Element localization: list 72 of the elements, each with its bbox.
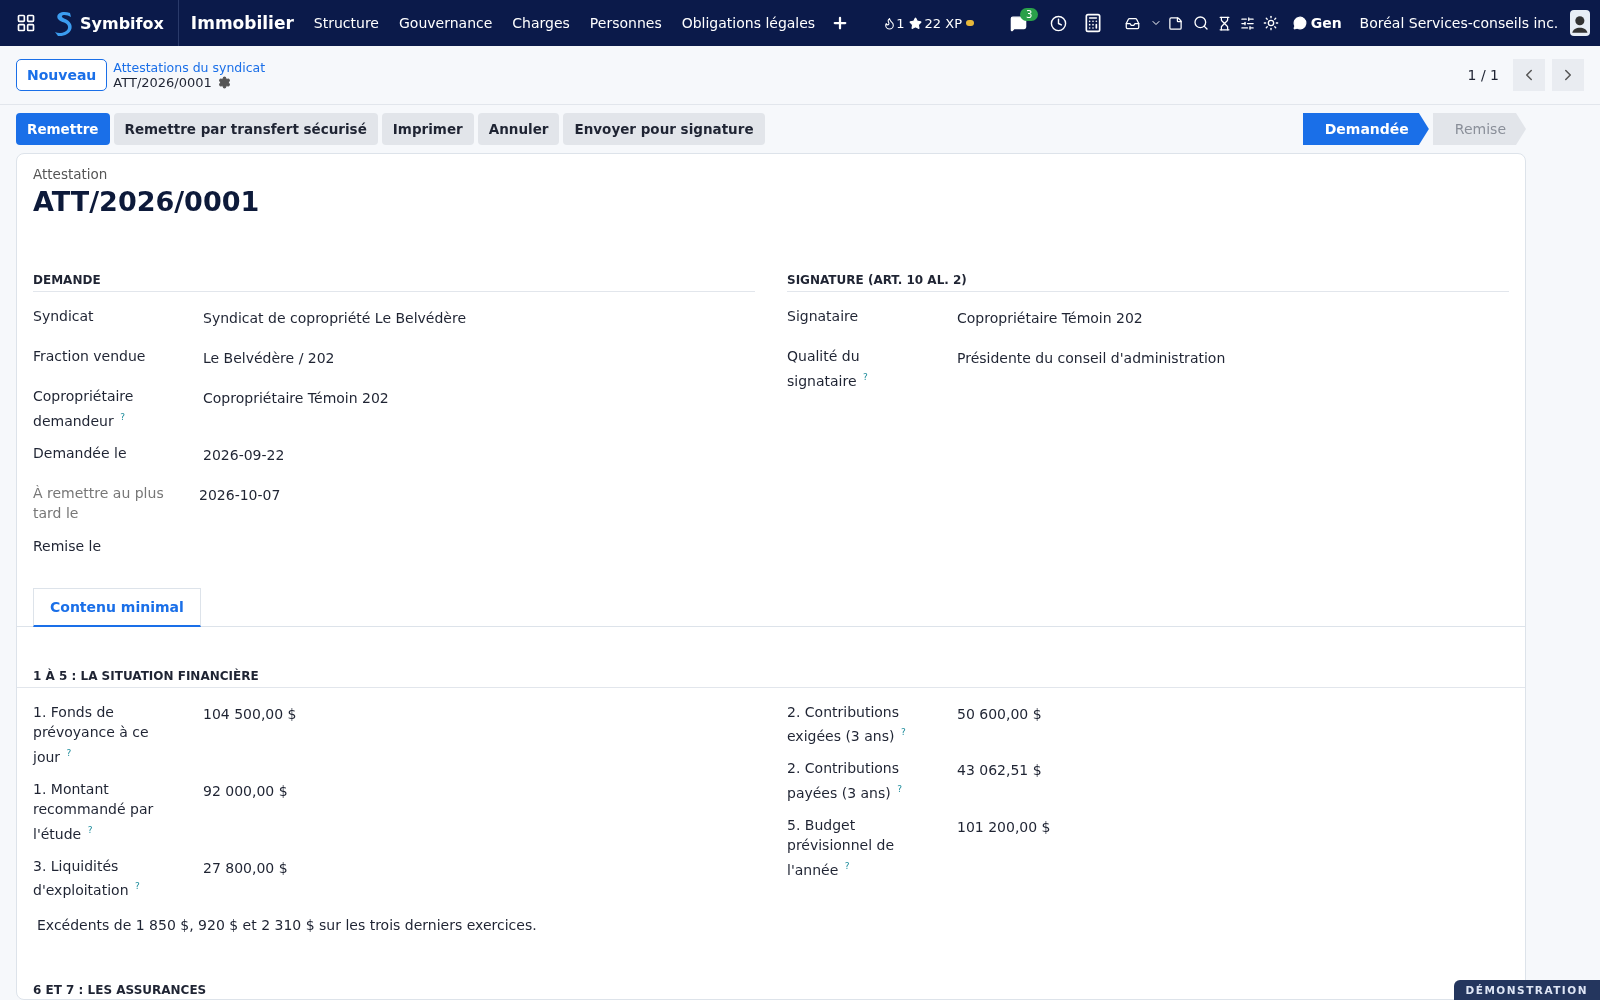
field-value: Le Belvédère / 202: [203, 349, 336, 368]
field-label: Remise le: [33, 536, 103, 556]
field-label: 5. Budget prévisionnel de l'année $^{?}$: [787, 815, 896, 880]
action-button[interactable]: Envoyer pour signature: [563, 113, 765, 145]
record-type: Attestation: [33, 166, 109, 182]
chat-label[interactable]: Gen: [1310, 15, 1342, 31]
field-value: 43 062,51 $: [957, 761, 1043, 781]
clock-icon[interactable]: [1049, 14, 1067, 32]
xp-pill-icon: [965, 20, 974, 26]
status-step[interactable]: Demandée: [1302, 113, 1429, 145]
field-label: 2. Contributions payées (3 ans) $^{?}$: [787, 759, 903, 803]
field-value: Présidente du conseil d'administration: [957, 349, 1227, 368]
menu-item[interactable]: Charges: [502, 15, 580, 31]
field-label: 1. Fonds de prévoyance à ce jour $^{?}$: [33, 702, 150, 767]
flame-icon: [883, 16, 897, 30]
star-icon: [908, 16, 922, 30]
action-button[interactable]: Remettre: [16, 113, 110, 145]
record-title: ATT/2026/0001: [33, 186, 261, 217]
settings-icon[interactable]: [217, 76, 231, 89]
field-label: Copropriétaire demandeur $^{?}$: [33, 387, 135, 431]
field-value: Syndicat de copropriété Le Belvédère: [203, 309, 468, 328]
breadcrumb-link[interactable]: Attestations du syndicat: [113, 60, 266, 75]
field-label: Demandée le: [33, 443, 128, 463]
new-button[interactable]: Nouveau: [16, 59, 108, 91]
field-value: 2026-09-22: [203, 445, 286, 465]
note-icon[interactable]: [1167, 15, 1183, 31]
inbox-icon[interactable]: [1124, 15, 1140, 31]
field-value: Copropriétaire Témoin 202: [203, 389, 390, 408]
brand-name: Symbifox: [80, 13, 164, 33]
xp-count: 22 XP: [924, 15, 962, 31]
search-icon[interactable]: [1192, 15, 1209, 31]
note-text: Excédents de 1 850 $, 920 $ et 2 310 $ sur les trois derniers exercices.: [37, 916, 538, 933]
menu-item[interactable]: Personnes: [579, 15, 672, 31]
field-label: À remettre au plus tard le: [33, 483, 165, 524]
menu-item[interactable]: Gouvernance: [389, 15, 503, 31]
group-title: SIGNATURE (ART. 10 AL. 2): [787, 273, 1509, 292]
tab[interactable]: Contenu minimal: [33, 587, 201, 627]
field-value: 2026-10-07: [199, 485, 282, 505]
field-value: Copropriétaire Témoin 202: [957, 309, 1144, 328]
field-label: 3. Liquidités d'exploitation $^{?}$: [33, 856, 141, 901]
field-label: Fraction vendue: [33, 347, 147, 366]
user-avatar[interactable]: [1570, 10, 1590, 36]
message-count-badge: 3: [1019, 7, 1039, 21]
demo-ribbon: DÉMONSTRATION: [1453, 980, 1600, 1000]
field-value: 27 800,00 $: [203, 858, 289, 878]
sun-icon[interactable]: [1262, 15, 1279, 31]
field-label: Signataire: [787, 307, 860, 326]
section-title: 1 À 5 : LA SITUATION FINANCIÈRE: [17, 668, 1525, 688]
action-button[interactable]: Remettre par transfert sécurisé: [113, 113, 378, 145]
field-label: Qualité du signataire $^{?}$: [787, 347, 869, 391]
menu-item[interactable]: Obligations légales: [671, 15, 826, 31]
chat-icon[interactable]: [1009, 14, 1027, 32]
app-name: Immobilier: [190, 13, 294, 33]
action-button[interactable]: Imprimer: [381, 113, 474, 145]
action-button[interactable]: Annuler: [477, 113, 560, 145]
chat-bubble-icon[interactable]: [1292, 16, 1307, 30]
field-value: 101 200,00 $: [957, 817, 1052, 837]
group-title: DEMANDE: [33, 273, 755, 292]
logo-icon: [52, 10, 74, 36]
field-label: Syndicat: [33, 307, 95, 326]
menu-item[interactable]: Structure: [303, 15, 389, 31]
field-label: 2. Contributions exigées (3 ans) $^{?}$: [787, 702, 907, 746]
field-label: 1. Montant recommandé par l'étude $^{?}$: [33, 779, 155, 844]
sliders-icon[interactable]: [1239, 15, 1255, 31]
streak-count: 1: [896, 15, 905, 31]
company-name[interactable]: Boréal Services-conseils inc.: [1359, 15, 1559, 31]
field-value: 50 600,00 $: [957, 704, 1043, 724]
pager-value: 1 / 1: [1467, 67, 1499, 83]
record-name: ATT/2026/0001: [113, 75, 212, 90]
apps-menu-icon[interactable]: [16, 13, 36, 33]
field-value: 92 000,00 $: [203, 781, 289, 801]
field-value: 104 500,00 $: [203, 704, 298, 724]
